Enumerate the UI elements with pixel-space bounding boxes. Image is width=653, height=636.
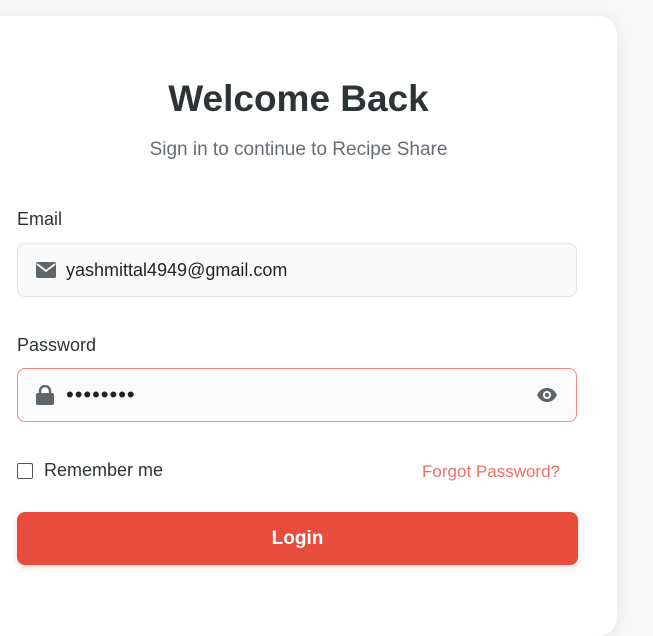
login-button[interactable]: Login [17,512,578,565]
email-field[interactable]: yashmittal4949@gmail.com [17,243,577,297]
password-value: •••••••• [66,382,136,407]
email-label: Email [17,209,63,229]
envelope-icon [36,244,56,296]
remember-label: Remember me [44,460,164,480]
eye-icon[interactable] [536,369,558,421]
page-subtitle: Sign in to continue to Recipe Share [149,139,448,160]
login-card: Welcome Back Sign in to continue to Reci… [0,16,617,636]
lock-icon [36,369,54,421]
remember-me[interactable]: Remember me [17,460,163,481]
password-label: Password [17,335,97,355]
forgot-password-link[interactable]: Forgot Password? [422,462,560,482]
email-value: yashmittal4949@gmail.com [66,259,288,280]
remember-checkbox[interactable] [17,462,33,479]
page-title: Welcome Back [168,78,429,119]
password-field[interactable]: •••••••• [17,368,577,422]
